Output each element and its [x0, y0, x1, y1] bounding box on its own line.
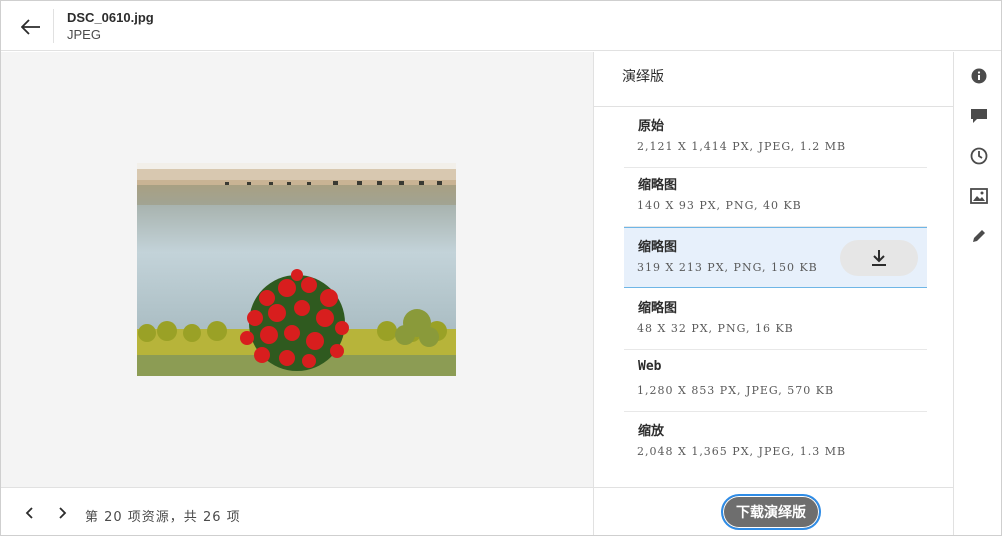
rendition-name: 缩略图 — [638, 240, 678, 255]
renditions-icon — [970, 188, 988, 204]
renditions-button[interactable] — [968, 185, 990, 207]
rendition-meta: 48 X 32 PX, PNG, 16 KB — [637, 322, 794, 335]
back-button[interactable] — [15, 11, 47, 43]
rendition-name: 缩略图 — [638, 178, 678, 193]
rendition-row[interactable]: 缩略图 48 X 32 PX, PNG, 16 KB — [624, 289, 927, 350]
panel-divider-left — [593, 52, 594, 535]
panel-title: 演绎版 — [622, 69, 664, 85]
rendition-row-selected[interactable]: 缩略图 319 X 213 PX, PNG, 150 KB — [624, 227, 927, 288]
rendition-row[interactable]: 缩略图 140 X 93 PX, PNG, 40 KB — [624, 166, 927, 227]
file-name: DSC_0610.jpg — [67, 10, 154, 25]
arrow-left-icon — [21, 19, 40, 35]
edit-button[interactable] — [968, 225, 990, 247]
rendition-row[interactable]: Web 1,280 X 853 PX, JPEG, 570 KB — [624, 351, 927, 412]
rendition-name: 缩略图 — [638, 301, 678, 316]
info-button[interactable] — [968, 65, 990, 87]
asset-counter: 第 20 项资源，共 26 项 — [85, 510, 241, 525]
comments-button[interactable] — [968, 105, 990, 127]
rendition-meta: 319 X 213 PX, PNG, 150 KB — [637, 261, 818, 274]
rendition-meta: 140 X 93 PX, PNG, 40 KB — [637, 199, 802, 212]
panel-divider-right — [953, 52, 954, 535]
rendition-meta: 2,048 X 1,365 PX, JPEG, 1.3 MB — [637, 445, 847, 458]
rendition-meta: 1,280 X 853 PX, JPEG, 570 KB — [637, 384, 835, 397]
next-asset-button[interactable] — [51, 502, 73, 524]
asset-preview — [1, 52, 593, 487]
download-rendition-button[interactable] — [840, 240, 918, 276]
download-renditions-button[interactable]: 下载演绎版 — [721, 494, 821, 530]
history-icon — [970, 147, 988, 165]
edit-icon — [973, 230, 985, 242]
rendition-name: 原始 — [638, 119, 665, 134]
download-icon — [872, 250, 886, 266]
renditions-list: 原始 2,121 X 1,414 PX, JPEG, 1.2 MB 缩略图 14… — [624, 107, 927, 487]
previous-asset-button[interactable] — [19, 502, 41, 524]
rendition-row[interactable]: 缩放 2,048 X 1,365 PX, JPEG, 1.3 MB — [624, 412, 927, 473]
pagination-footer: 第 20 项资源，共 26 项 — [1, 487, 593, 535]
rendition-meta: 2,121 X 1,414 PX, JPEG, 1.2 MB — [637, 140, 847, 153]
asset-image — [137, 163, 456, 376]
rendition-row[interactable]: 原始 2,121 X 1,414 PX, JPEG, 1.2 MB — [624, 107, 927, 168]
file-type: JPEG — [67, 27, 101, 42]
rendition-name: 缩放 — [638, 424, 665, 439]
history-button[interactable] — [968, 145, 990, 167]
rendition-name: Web — [638, 359, 662, 374]
chevron-left-icon — [25, 507, 33, 519]
header-divider — [53, 9, 54, 43]
chevron-right-icon — [59, 507, 67, 519]
comment-icon — [971, 109, 987, 123]
info-icon — [971, 68, 987, 84]
panel-footer-divider — [594, 487, 953, 488]
header: DSC_0610.jpg JPEG — [1, 1, 1001, 51]
